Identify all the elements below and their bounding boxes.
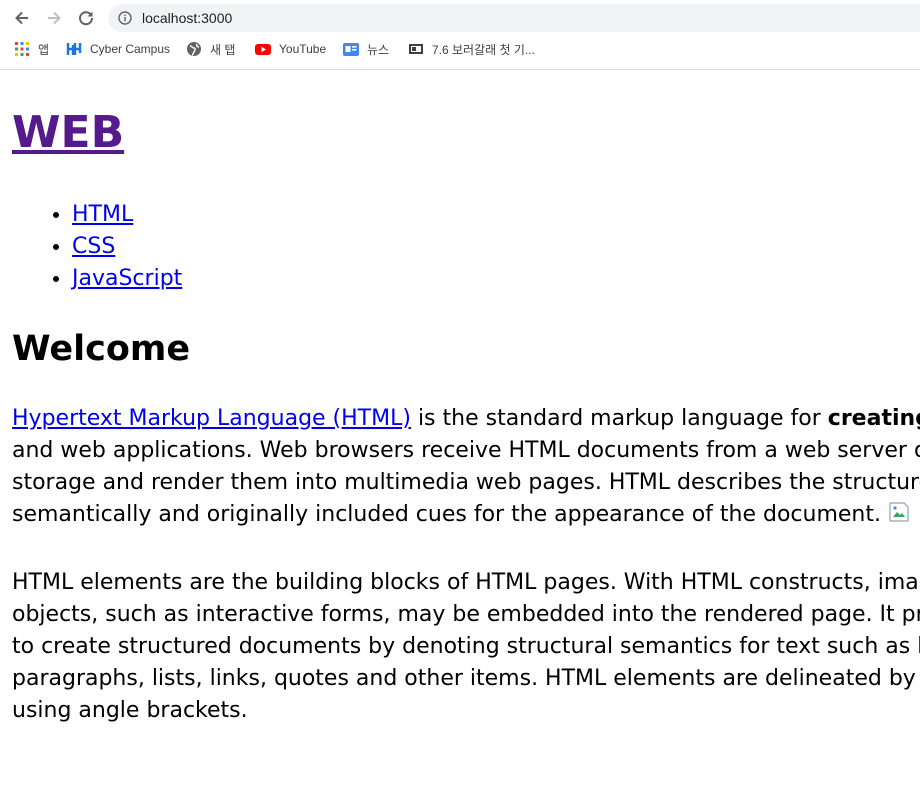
bookmark-news[interactable]: 뉴스 [343,40,389,58]
list-item: CSS [72,231,182,263]
nav-link-javascript[interactable]: JavaScript [72,266,182,291]
forward-button[interactable] [42,6,66,30]
bookmark-new-tab[interactable]: 새 탭 [186,40,235,58]
browser-toolbar: localhost:3000 [0,0,920,36]
back-arrow-icon [15,11,28,25]
nav-link-css[interactable]: CSS [72,234,115,259]
bookmark-label: 앱 [38,42,50,57]
reload-icon [79,11,94,26]
intro-paragraph: Hypertext Markup Language (HTML) is the … [12,403,920,531]
bookmark-label: 새 탭 [210,42,236,57]
address-bar-url[interactable]: localhost:3000 [142,9,232,27]
bookmark-tv-show[interactable]: 7.6 보러갈래 첫 기... [408,40,535,58]
nav-link-html[interactable]: HTML [72,202,133,227]
forward-arrow-icon [48,11,61,25]
tv-icon [409,44,423,54]
paragraph-bold-text: creating web pages [827,406,920,431]
site-title-link[interactable]: WEB [12,105,124,161]
address-bar[interactable]: localhost:3000 [108,4,920,32]
cyber-campus-icon [66,43,82,55]
info-icon[interactable] [118,11,132,25]
youtube-icon [255,44,271,55]
bookmark-label: 뉴스 [367,42,390,57]
web-page-content: WEB HTML CSS JavaScript Welcome Hypertex… [0,69,920,792]
apps-grid-icon [15,42,29,56]
broken-image-icon [888,501,912,523]
back-button[interactable] [10,6,34,30]
browser-chrome: localhost:3000 앱 Cyber Campus 새 탭 YouTub… [0,0,920,70]
globe-icon [187,42,201,56]
bookmark-label: 7.6 보러갈래 첫 기... [432,42,535,57]
bookmark-apps[interactable]: 앱 [14,40,49,58]
topic-nav-list: HTML CSS JavaScript [0,199,182,295]
bookmark-label: YouTube [279,42,327,56]
elements-paragraph: HTML elements are the building blocks of… [12,570,920,723]
google-news-icon [343,43,359,56]
paragraph-text: is the standard markup language for [410,406,828,431]
bookmark-cyber-campus[interactable]: Cyber Campus [66,40,170,58]
list-item: HTML [72,199,182,231]
html-wiki-link[interactable]: Hypertext Markup Language (HTML) [12,406,411,431]
paragraph-text: and web applications. Web browsers recei… [12,438,920,527]
bookmark-label: Cyber Campus [90,42,171,56]
page-heading: Welcome [12,329,191,369]
bookmarks-bar: 앱 Cyber Campus 새 탭 YouTube 뉴스 7.6 보러갈래 첫… [0,38,920,60]
list-item: JavaScript [72,263,182,295]
reload-button[interactable] [74,6,98,30]
bookmark-youtube[interactable]: YouTube [255,40,326,58]
